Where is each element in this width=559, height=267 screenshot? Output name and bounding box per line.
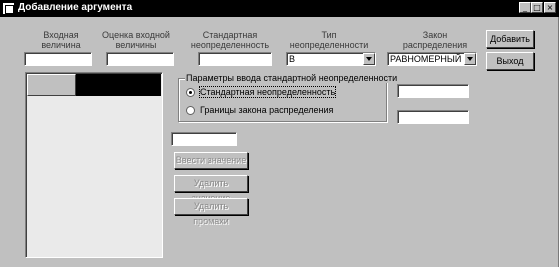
param-value-field-1[interactable] [397, 84, 469, 98]
delete-blanks-button[interactable]: Удалить промахи [174, 198, 248, 226]
uncertainty-type-select[interactable]: В [286, 52, 376, 66]
delete-value-button[interactable]: Удалить значение [174, 175, 248, 203]
radio-std-uncertainty-label: Стандартная неопределенность [198, 86, 337, 98]
input-estimate-label: Оценка входной величины [102, 30, 170, 50]
app-icon[interactable] [2, 2, 15, 15]
list-header-selected[interactable] [76, 74, 161, 96]
dialog-window: Добавление аргумента _ □ × Входная велич… [0, 0, 559, 267]
maximize-button[interactable]: □ [531, 2, 543, 13]
add-button[interactable]: Добавить [486, 30, 534, 48]
input-estimate-field[interactable] [106, 52, 174, 66]
group-title: Параметры ввода стандартной неопределенн… [185, 73, 399, 83]
input-quantity-field[interactable] [24, 52, 92, 66]
enter-value-button[interactable]: Ввести значение [174, 152, 248, 169]
input-quantity-label: Входная величина [41, 30, 81, 50]
std-uncertainty-field[interactable] [198, 52, 272, 66]
value-entry-field[interactable] [171, 132, 237, 146]
uncertainty-type-label: Тип неопределенности [289, 30, 369, 50]
radio-distribution-bounds[interactable]: Границы закона распределения [186, 105, 333, 116]
param-value-field-2[interactable] [397, 110, 469, 124]
values-list[interactable] [25, 72, 163, 258]
std-uncertainty-label: Стандартная неопределенность [190, 30, 270, 50]
close-button[interactable]: × [544, 2, 556, 13]
exit-button[interactable]: Выход [486, 52, 534, 70]
radio-std-uncertainty[interactable]: Стандартная неопределенность [186, 86, 337, 98]
std-uncertainty-params-group: Параметры ввода стандартной неопределенн… [178, 73, 399, 122]
uncertainty-type-value: В [289, 54, 296, 64]
chevron-down-icon[interactable] [363, 53, 375, 65]
radio-checked-icon [186, 88, 195, 97]
chevron-down-icon[interactable] [464, 53, 476, 65]
distribution-law-label: Закон распределения [402, 30, 468, 50]
radio-distribution-bounds-label: Границы закона распределения [200, 105, 334, 115]
distribution-law-select[interactable]: РАВНОМЕРНЫЙ [387, 52, 477, 66]
radio-unchecked-icon [186, 106, 195, 115]
title-bar[interactable]: Добавление аргумента _ □ × [0, 0, 559, 17]
window-title: Добавление аргумента [18, 2, 133, 13]
minimize-button[interactable]: _ [519, 2, 531, 13]
distribution-law-value: РАВНОМЕРНЫЙ [390, 54, 462, 64]
list-header-cell[interactable] [27, 74, 76, 96]
